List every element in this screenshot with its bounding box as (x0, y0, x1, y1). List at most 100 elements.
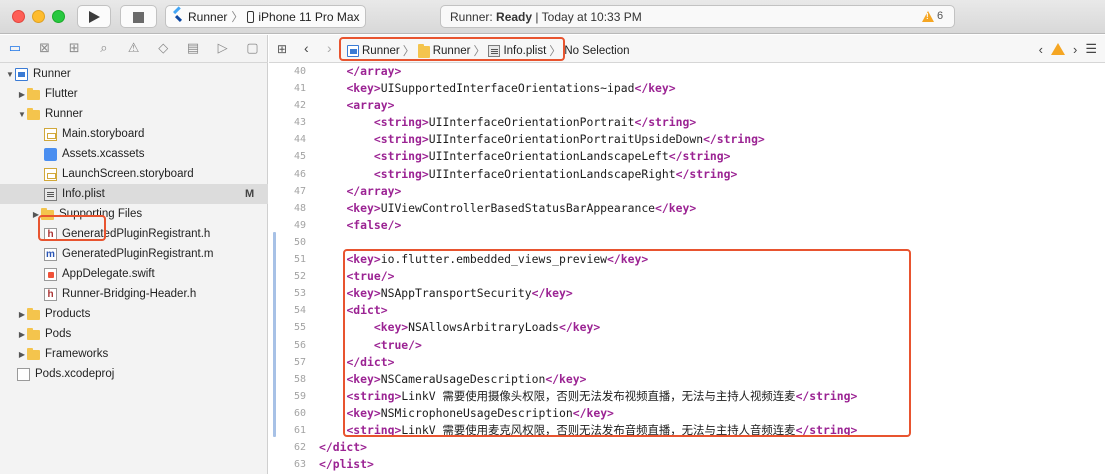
tree-item-frameworks[interactable]: ▶ Frameworks (0, 344, 268, 364)
warning-icon[interactable] (1051, 43, 1065, 55)
flutter-icon (172, 11, 184, 23)
tree-item-main-storyboard[interactable]: Main.storyboard (0, 124, 268, 144)
tree-item-appdelegate[interactable]: AppDelegate.swift (0, 264, 268, 284)
header-file-icon: h (44, 287, 57, 301)
code-line[interactable]: 40 </array> (269, 63, 1105, 80)
xml-tag: </dict> (319, 440, 368, 455)
back-chevron-icon[interactable]: ‹ (304, 40, 309, 56)
folder-icon[interactable]: ▭ (0, 35, 30, 63)
debug-icon[interactable]: ▤ (178, 35, 208, 63)
test-icon[interactable]: ◇ (148, 35, 178, 63)
xml-tag: <false/> (346, 217, 402, 232)
chevron-right-icon: 〉 (231, 10, 244, 24)
code-line[interactable]: 43 <string>UIInterfaceOrientationPortrai… (269, 114, 1105, 131)
issue-icon[interactable]: ⚠ (119, 35, 149, 63)
tree-item-flutter[interactable]: ▶ Flutter (0, 84, 268, 104)
highlight-box-info-plist (38, 215, 106, 241)
disclosure-open-icon[interactable]: ▼ (17, 110, 27, 119)
code-line[interactable]: 48 <key>UIViewControllerBasedStatusBarAp… (269, 200, 1105, 217)
xcode-project-icon (17, 367, 30, 381)
line-number: 47 (293, 185, 306, 197)
tree-item-launchscreen[interactable]: LaunchScreen.storyboard (0, 164, 268, 184)
tree-item-registrant-m[interactable]: m GeneratedPluginRegistrant.m (0, 244, 268, 264)
previous-issue-icon[interactable]: ‹ (1039, 42, 1043, 57)
device-name: iPhone 11 Pro Max (258, 9, 360, 24)
code-line[interactable]: 41 <key>UISupportedInterfaceOrientations… (269, 80, 1105, 97)
xml-value: UIInterfaceOrientationLandscapeRight (428, 166, 676, 181)
source-change-indicator[interactable] (273, 232, 276, 437)
code-line[interactable]: 45 <string>UIInterfaceOrientationLandsca… (269, 148, 1105, 165)
breakpoint-icon[interactable]: ▷ (208, 35, 238, 63)
tree-item-label: Pods.xcodeproj (35, 368, 115, 380)
code-text: <key>UIViewControllerBasedStatusBarAppea… (319, 200, 696, 217)
xml-tag: </array> (346, 183, 402, 198)
stop-button[interactable] (120, 5, 157, 28)
next-issue-icon[interactable]: › (1073, 42, 1077, 57)
code-text: <string>UIInterfaceOrientationLandscapeR… (319, 166, 738, 183)
code-line[interactable]: 47 </array> (269, 183, 1105, 200)
minimize-window-button[interactable] (32, 10, 45, 23)
tree-item-assets[interactable]: Assets.xcassets (0, 144, 268, 164)
status-app: Runner: (450, 10, 493, 24)
code-line[interactable]: 63 </plist> (269, 456, 1105, 473)
scheme-selector[interactable]: Runner 〉 iPhone 11 Pro Max (165, 5, 366, 28)
minimap-icon[interactable]: ☰ (1085, 41, 1097, 57)
line-number: 43 (293, 117, 306, 129)
tree-item-label: GeneratedPluginRegistrant.m (62, 248, 214, 260)
tree-item-runner-group[interactable]: ▼ Runner (0, 104, 268, 124)
tree-item-label: Pods (45, 328, 72, 340)
source-control-icon[interactable]: ⊠ (30, 35, 60, 63)
xml-tag: </string> (703, 132, 765, 147)
disclosure-closed-icon[interactable]: ▶ (17, 330, 27, 339)
xml-tag: </key> (655, 200, 697, 215)
breadcrumb-selection[interactable]: No Selection (564, 45, 629, 57)
disclosure-closed-icon[interactable]: ▶ (17, 90, 27, 99)
storyboard-icon (44, 167, 57, 181)
xml-tag: </key> (634, 81, 676, 96)
warning-icon: ! (922, 10, 934, 22)
search-icon[interactable]: ⌕ (89, 35, 119, 63)
activity-status: Runner: Ready | Today at 10:33 PM ! 6 (440, 5, 955, 28)
folder-icon (27, 108, 40, 120)
related-items-icon[interactable]: ⊞ (277, 42, 287, 56)
code-line[interactable]: 46 <string>UIInterfaceOrientationLandsca… (269, 166, 1105, 183)
objc-file-icon: m (44, 247, 57, 261)
report-icon[interactable]: ▢ (238, 35, 268, 63)
code-line[interactable]: 49 <false/> (269, 217, 1105, 234)
tree-item-info-plist[interactable]: Info.plist M (0, 184, 268, 204)
line-number: 42 (293, 100, 306, 112)
swift-file-icon (44, 267, 57, 281)
window-toolbar: Runner 〉 iPhone 11 Pro Max Runner: Ready… (0, 0, 1105, 34)
highlight-box-added-keys (343, 249, 911, 437)
tree-item-pods[interactable]: ▶ Pods (0, 324, 268, 344)
code-text: <string>UIInterfaceOrientationPortraitUp… (319, 131, 765, 148)
symbol-icon[interactable]: ⊞ (59, 35, 89, 63)
disclosure-open-icon[interactable]: ▼ (5, 70, 15, 79)
tree-item-products[interactable]: ▶ Products (0, 304, 268, 324)
tree-item-label: Assets.xcassets (62, 148, 145, 160)
xml-tag: <string> (373, 149, 429, 164)
line-number: 44 (293, 134, 306, 146)
xml-tag: </plist> (319, 457, 374, 472)
tree-item-label: LaunchScreen.storyboard (62, 168, 194, 180)
disclosure-closed-icon[interactable]: ▶ (17, 310, 27, 319)
xml-tag: </string> (675, 166, 738, 181)
tree-item-pods-project[interactable]: Pods.xcodeproj (0, 364, 268, 384)
warning-count: 6 (937, 10, 944, 22)
zoom-window-button[interactable] (52, 10, 65, 23)
code-line[interactable]: 44 <string>UIInterfaceOrientationPortrai… (269, 131, 1105, 148)
code-line[interactable]: 62 </dict> (269, 439, 1105, 456)
run-button[interactable] (77, 5, 111, 28)
line-number: 40 (293, 66, 306, 77)
navigator-tabs: ▭ ⊠ ⊞ ⌕ ⚠ ◇ ▤ ▷ ▢ (0, 35, 268, 63)
warning-badge[interactable]: ! 6 (922, 10, 943, 22)
tree-item-bridging-header[interactable]: h Runner-Bridging-Header.h (0, 284, 268, 304)
disclosure-closed-icon[interactable]: ▶ (17, 350, 27, 359)
forward-chevron-icon[interactable]: › (327, 40, 332, 56)
close-window-button[interactable] (12, 10, 25, 23)
tree-item-label: AppDelegate.swift (62, 268, 155, 280)
code-line[interactable]: 42 <array> (269, 97, 1105, 114)
asset-catalog-icon (44, 147, 57, 161)
tree-item-runner-project[interactable]: ▼ Runner (0, 64, 268, 84)
plist-file-icon (44, 187, 57, 201)
